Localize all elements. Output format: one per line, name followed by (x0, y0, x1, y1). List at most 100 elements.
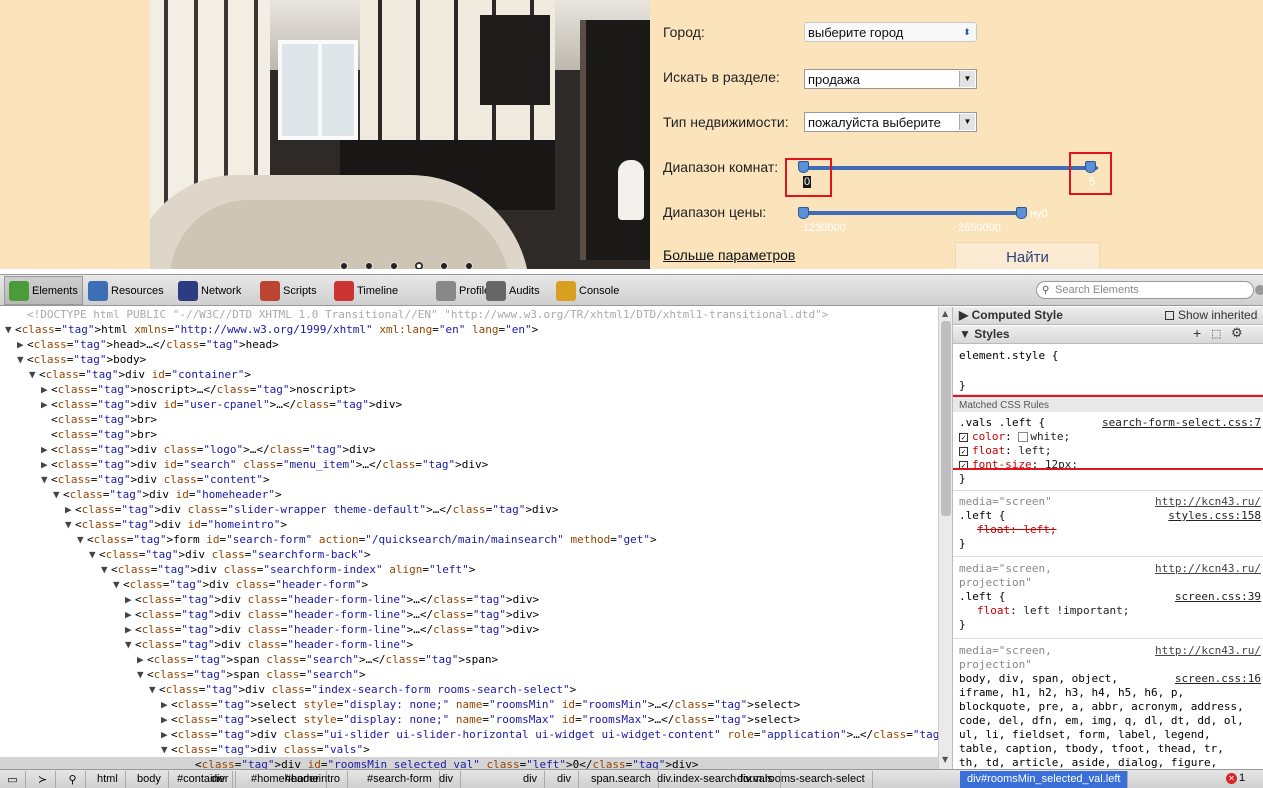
element-style-block[interactable]: element.style { } (953, 346, 1263, 395)
collapsed-triangle-icon[interactable]: ▶ (41, 382, 51, 397)
breadcrumb-item[interactable]: div (516, 771, 546, 788)
breadcrumb-item[interactable]: body (130, 771, 169, 788)
error-icon[interactable]: ✕ (1226, 773, 1237, 784)
expanded-triangle-icon[interactable]: ▼ (149, 682, 159, 697)
collapsed-triangle-icon[interactable]: ▶ (41, 442, 51, 457)
dom-line[interactable]: ▶ <class="tag">div class="logo">…</class=… (41, 442, 376, 457)
dom-line[interactable]: ▼ <class="tag">div class="header-form-lin… (125, 637, 413, 652)
expanded-triangle-icon[interactable]: ▼ (161, 742, 171, 757)
dom-line[interactable]: ▼ <class="tag">div class="header-form"> (113, 577, 368, 592)
gear-icon[interactable]: ⚙ (1231, 326, 1243, 340)
expanded-triangle-icon[interactable]: ▼ (41, 472, 51, 487)
inspect-search-icon[interactable]: ⚲ (60, 771, 86, 788)
overridden-property[interactable]: float: left; (959, 523, 1258, 537)
dom-scrollbar[interactable]: ▲ ▼ (938, 307, 952, 769)
search-elements-input[interactable]: ⚲ Search Elements (1036, 281, 1254, 299)
dom-line[interactable]: ▼ <class="tag">div class="content"> (41, 472, 270, 487)
expanded-triangle-icon[interactable]: ▼ (77, 532, 87, 547)
tab-resources[interactable]: Resources (84, 276, 168, 305)
dom-line[interactable]: ▶ <class="tag">head>…</class="tag">head> (17, 337, 279, 352)
rule-source-link[interactable]: styles.css:158 (1168, 509, 1261, 523)
dom-line[interactable]: ▼ <class="tag">div id="homeintro"> (65, 517, 287, 532)
dom-tree[interactable]: <!DOCTYPE html PUBLIC "-//W3C//DTD XHTML… (0, 307, 938, 769)
tab-scripts[interactable]: Scripts (256, 276, 321, 305)
show-inherited-toggle[interactable]: Show inherited (1165, 308, 1257, 322)
breadcrumb-item[interactable]: #homeintro (278, 771, 349, 788)
tab-console[interactable]: Console (552, 276, 623, 305)
collapsed-triangle-icon[interactable]: ▶ (161, 727, 171, 742)
expanded-triangle-icon[interactable]: ▼ (53, 487, 63, 502)
more-params-link[interactable]: Больше параметров (663, 247, 795, 263)
expanded-triangle-icon[interactable]: ▼ (29, 367, 39, 382)
dom-line[interactable]: ▼ <class="tag">form id="search-form" acti… (77, 532, 657, 547)
collapsed-triangle-icon[interactable]: ▶ (125, 607, 135, 622)
collapsed-triangle-icon[interactable]: ▶ (161, 697, 171, 712)
dom-line[interactable]: ▶ <class="tag">div class="header-form-lin… (125, 622, 539, 637)
collapsed-triangle-icon[interactable]: ▶ (41, 457, 51, 472)
dom-line[interactable]: <class="tag">div id="roomsMin_selected_v… (0, 757, 938, 769)
expanded-triangle-icon[interactable]: ▼ (113, 577, 123, 592)
console-drawer-icon[interactable]: ≻ (30, 771, 56, 788)
dom-line[interactable]: ▼ <class="tag">div id="homeheader"> (53, 487, 282, 502)
error-count[interactable]: 1 (1239, 772, 1245, 784)
dom-line[interactable]: ▶ <class="tag">noscript>…</class="tag">no… (41, 382, 356, 397)
collapsed-triangle-icon[interactable]: ▶ (41, 397, 51, 412)
tab-timeline[interactable]: Timeline (330, 276, 402, 305)
property-value[interactable]: : left !important; (1010, 604, 1129, 617)
breadcrumb-item[interactable]: #search-form (360, 771, 440, 788)
rule-source-link[interactable]: screen.css:39 (1175, 590, 1261, 604)
dom-line[interactable]: ▼ <class="tag">body> (17, 352, 146, 367)
scroll-down-icon[interactable]: ▼ (942, 755, 948, 764)
expanded-triangle-icon[interactable]: ▼ (5, 322, 15, 337)
dom-line[interactable]: ▼ <class="tag">div class="vals"> (161, 742, 370, 757)
add-rule-icon[interactable]: + (1193, 326, 1201, 340)
dom-line[interactable]: ▼ <class="tag">div class="searchform-inde… (101, 562, 475, 577)
scroll-up-icon[interactable]: ▲ (942, 309, 948, 318)
slider-dot[interactable] (365, 262, 373, 269)
breadcrumb-item[interactable]: div.vals (730, 771, 781, 788)
slider-dot[interactable] (440, 262, 448, 269)
css-rule-left-screen[interactable]: media="screen, http://kcn43.ru/ projectio… (953, 559, 1263, 639)
element-state-icon[interactable]: ⬚ (1211, 327, 1221, 341)
css-rule-left-styles[interactable]: media="screen" http://kcn43.ru/ .left {st… (953, 492, 1263, 557)
dom-line[interactable]: ▶ <class="tag">div class="ui-slider ui-sl… (161, 727, 938, 742)
price-min-handle[interactable] (798, 207, 809, 219)
dom-line[interactable]: ▶ <class="tag">div id="user-cpanel">…</cl… (41, 397, 402, 412)
collapsed-triangle-icon[interactable]: ▶ (137, 652, 147, 667)
slider-dot[interactable] (340, 262, 348, 269)
tab-audits[interactable]: Audits (482, 276, 544, 305)
stylesheet-url-link[interactable]: http://kcn43.ru/ (1155, 562, 1261, 576)
collapsed-triangle-icon[interactable]: ▶ (125, 622, 135, 637)
collapsed-triangle-icon[interactable]: ▶ (17, 337, 27, 352)
scrollbar-thumb[interactable] (941, 321, 951, 516)
dom-line[interactable]: ▶ <class="tag">div class="slider-wrapper … (65, 502, 559, 517)
dom-line[interactable]: <class="tag">br> (41, 427, 157, 442)
expanded-triangle-icon[interactable]: ▼ (17, 352, 27, 367)
expanded-triangle-icon[interactable]: ▼ (125, 637, 135, 652)
breadcrumb-item[interactable]: html (90, 771, 126, 788)
breadcrumb-item[interactable]: div#roomsMin_selected_val.left (960, 771, 1129, 788)
price-max-handle[interactable] (1016, 207, 1027, 219)
rule-source-link[interactable]: screen.css:16 (1175, 672, 1261, 686)
dom-line[interactable]: ▶ <class="tag">div class="header-form-lin… (125, 607, 539, 622)
dom-line[interactable]: ▼ <class="tag">span class="search"> (137, 667, 366, 682)
collapsed-triangle-icon[interactable]: ▶ (161, 712, 171, 727)
styles-header[interactable]: ▼ Styles + ⬚ ⚙ (953, 326, 1263, 344)
dom-line[interactable]: ▼ <class="tag">div id="container"> (29, 367, 251, 382)
breadcrumb-item[interactable]: div (550, 771, 580, 788)
collapsed-triangle-icon[interactable]: ▶ (65, 502, 75, 517)
dock-icon[interactable]: ▭ (0, 771, 26, 788)
computed-style-header[interactable]: ▶ Computed Style Show inherited (953, 307, 1263, 325)
breadcrumb-item[interactable]: div (432, 771, 462, 788)
property-type-select[interactable]: пожалуйста выберите ▼ (804, 112, 977, 132)
dom-line[interactable]: <!DOCTYPE html PUBLIC "-//W3C//DTD XHTML… (17, 307, 828, 322)
expanded-triangle-icon[interactable]: ▼ (137, 667, 147, 682)
breadcrumb-item[interactable]: span.search (584, 771, 659, 788)
dom-line[interactable]: ▼ <class="tag">div class="searchform-back… (89, 547, 371, 562)
clear-search-icon[interactable] (1255, 285, 1263, 295)
stylesheet-url-link[interactable]: http://kcn43.ru/ (1155, 495, 1261, 509)
find-button[interactable]: Найти (955, 242, 1100, 269)
expanded-triangle-icon[interactable]: ▼ (89, 547, 99, 562)
dom-line[interactable]: <class="tag">br> (41, 412, 157, 427)
rooms-slider-track[interactable] (803, 166, 1098, 170)
